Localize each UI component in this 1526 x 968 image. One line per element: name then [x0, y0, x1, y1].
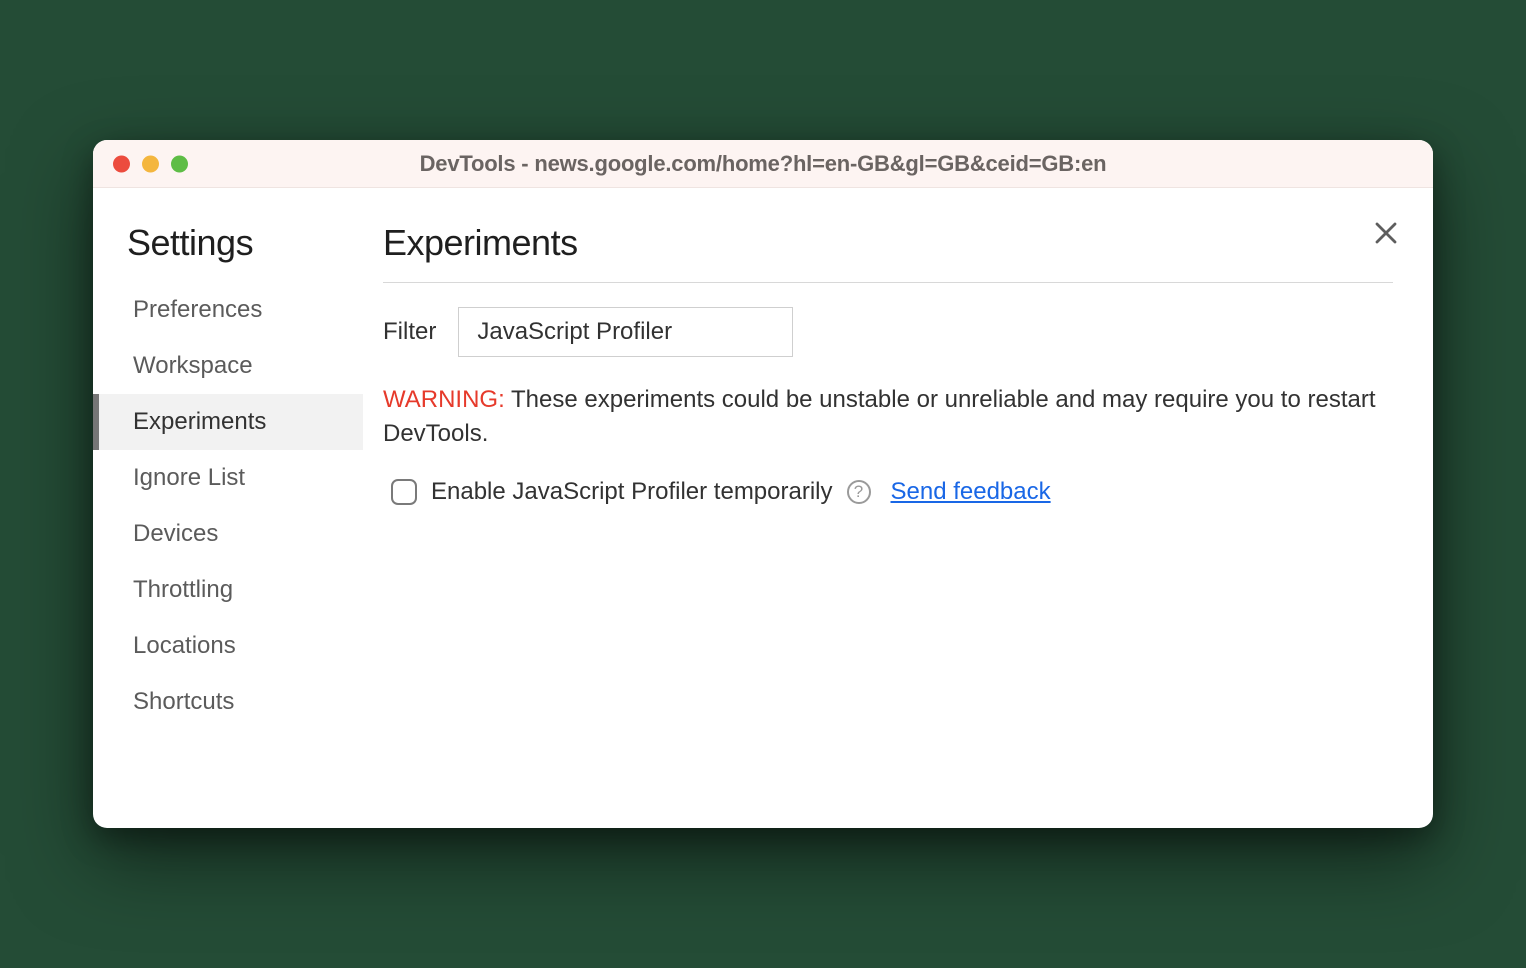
sidebar: Settings Preferences Workspace Experimen…	[93, 188, 363, 828]
close-icon	[1375, 222, 1397, 244]
content-pane: Experiments Filter WARNING: These experi…	[363, 188, 1433, 828]
close-window-icon[interactable]	[113, 155, 130, 172]
traffic-lights	[113, 155, 188, 172]
filter-label: Filter	[383, 318, 436, 346]
warning-body: These experiments could be unstable or u…	[383, 386, 1376, 447]
sidebar-item-workspace[interactable]: Workspace	[93, 338, 363, 394]
sidebar-item-ignore-list[interactable]: Ignore List	[93, 450, 363, 506]
experiment-checkbox[interactable]	[391, 479, 417, 505]
filter-row: Filter	[383, 307, 1393, 357]
content-title: Experiments	[383, 222, 1393, 283]
warning-text: WARNING: These experiments could be unst…	[383, 383, 1393, 450]
sidebar-item-devices[interactable]: Devices	[93, 506, 363, 562]
sidebar-item-preferences[interactable]: Preferences	[93, 282, 363, 338]
window-title: DevTools - news.google.com/home?hl=en-GB…	[113, 151, 1413, 177]
sidebar-item-shortcuts[interactable]: Shortcuts	[93, 674, 363, 730]
sidebar-item-locations[interactable]: Locations	[93, 618, 363, 674]
titlebar: DevTools - news.google.com/home?hl=en-GB…	[93, 140, 1433, 188]
sidebar-item-throttling[interactable]: Throttling	[93, 562, 363, 618]
filter-input[interactable]	[458, 307, 793, 357]
maximize-window-icon[interactable]	[171, 155, 188, 172]
help-icon[interactable]: ?	[847, 480, 871, 504]
sidebar-title: Settings	[93, 222, 363, 282]
window-body: Settings Preferences Workspace Experimen…	[93, 188, 1433, 828]
experiment-row: Enable JavaScript Profiler temporarily ?…	[383, 478, 1393, 506]
send-feedback-link[interactable]: Send feedback	[891, 478, 1051, 506]
minimize-window-icon[interactable]	[142, 155, 159, 172]
experiment-label: Enable JavaScript Profiler temporarily	[431, 478, 833, 506]
sidebar-item-experiments[interactable]: Experiments	[93, 394, 363, 450]
close-settings-button[interactable]	[1369, 216, 1403, 250]
devtools-window: DevTools - news.google.com/home?hl=en-GB…	[93, 140, 1433, 828]
warning-prefix: WARNING:	[383, 386, 505, 413]
